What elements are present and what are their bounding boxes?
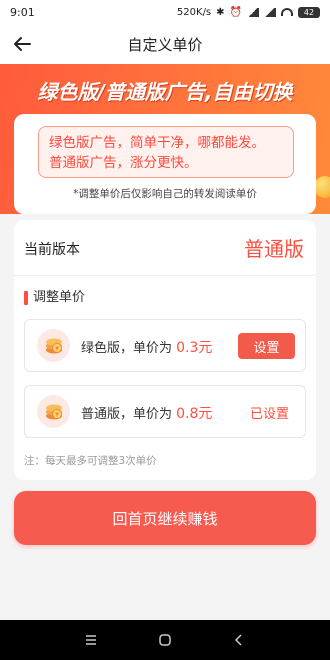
set-green-button[interactable]: 设置 — [238, 333, 295, 359]
price-option-green-price: 0.3元 — [176, 340, 213, 356]
banner-note: 绿色版广告，简单干净，哪都能发。 普通版广告，涨分更快。 — [38, 126, 294, 178]
price-option-normal: ¥ 普通版，单价为 0.8元 已设置 — [24, 385, 306, 438]
price-option-normal-text: 普通版，单价为 0.8元 — [81, 403, 212, 423]
battery-icon: 42 — [298, 6, 320, 18]
current-version-row: 当前版本 普通版 — [14, 220, 316, 276]
status-icons: 520K/s ✱ ⏰ 42 — [176, 6, 320, 18]
banner-note-line1: 绿色版广告，简单干净，哪都能发。 — [49, 135, 265, 151]
banner-title: 绿色版/普通版广告,自由切换 — [37, 80, 293, 104]
banner-note-line2: 普通版广告，涨分更快。 — [49, 155, 198, 171]
banner-hint: *调整单价后仅影响自己的转发阅读单价 — [73, 188, 257, 200]
svg-text:¥: ¥ — [55, 345, 59, 352]
bluetooth-icon: ✱ — [216, 6, 225, 18]
page-title: 自定义单价 — [127, 35, 203, 54]
adjust-section-title: 调整单价 — [24, 290, 85, 306]
menu-button[interactable] — [83, 632, 99, 648]
svg-text:¥: ¥ — [55, 411, 59, 418]
network-speed: 520K/s — [176, 6, 212, 18]
alarm-icon: ⏰ — [229, 6, 242, 18]
adjust-tip: 注：每天最多可调整3次单价 — [24, 455, 157, 467]
banner: 绿色版/普通版广告,自由切换 绿色版广告，简单干净，哪都能发。 普通版广告，涨分… — [0, 64, 330, 214]
current-version-value: 普通版 — [244, 237, 304, 261]
system-nav-bar — [0, 620, 330, 660]
price-option-green: ¥ 绿色版，单价为 0.3元 设置 — [24, 319, 306, 372]
signal-2-icon — [264, 7, 276, 17]
price-option-green-name: 绿色版，单价为 — [81, 341, 177, 356]
banner-card: 绿色版广告，简单干净，哪都能发。 普通版广告，涨分更快。 *调整单价后仅影响自己… — [14, 114, 316, 214]
nav-bar: 自定义单价 — [0, 24, 330, 64]
menu-icon — [86, 635, 96, 645]
price-option-normal-name: 普通版，单价为 — [81, 407, 177, 422]
coin-icon: ¥ — [37, 329, 70, 362]
system-back-button[interactable] — [231, 632, 247, 648]
status-bar: 9:01 520K/s ✱ ⏰ 42 — [0, 0, 330, 24]
home-icon — [159, 634, 171, 646]
current-version-label: 当前版本 — [24, 242, 80, 258]
price-option-green-text: 绿色版，单价为 0.3元 — [81, 337, 212, 357]
chevron-left-icon — [234, 634, 242, 646]
status-time: 9:01 — [10, 5, 35, 19]
coin-icon: ¥ — [37, 395, 70, 428]
arrow-left-icon — [14, 37, 31, 51]
home-button[interactable] — [157, 632, 173, 648]
price-option-normal-price: 0.8元 — [176, 406, 213, 422]
back-button[interactable] — [10, 32, 34, 56]
wifi-icon — [281, 8, 293, 16]
signal-icon — [247, 7, 259, 17]
coin-decoration-icon — [314, 176, 330, 198]
already-set-label: 已设置 — [249, 407, 289, 422]
version-card: 当前版本 普通版 调整单价 ¥ 绿色版，单价为 0.3元 设置 ¥ 普通版，单价… — [14, 220, 316, 480]
back-home-button[interactable]: 回首页继续赚钱 — [14, 491, 316, 545]
